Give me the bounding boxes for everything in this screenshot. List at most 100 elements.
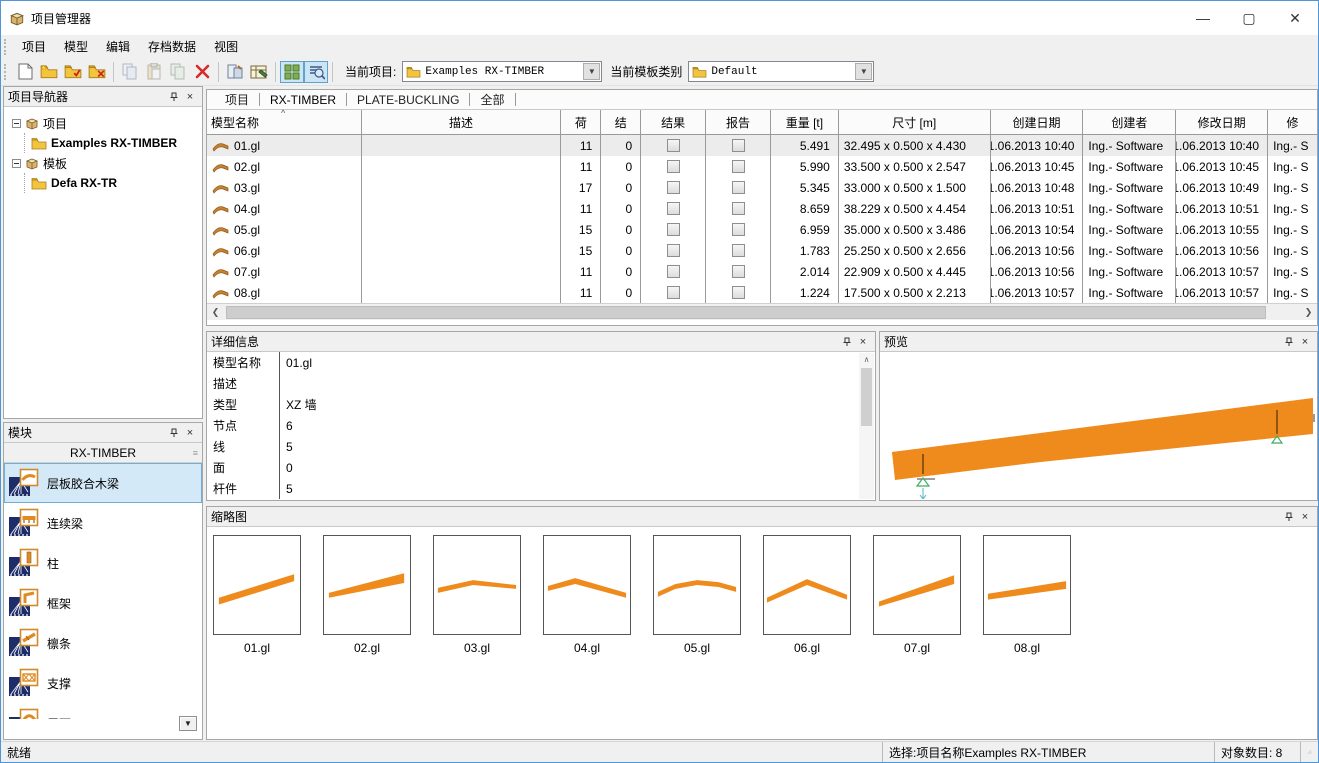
module-glulam-beam[interactable]: 层板胶合木梁 [4, 463, 202, 503]
view-thumbnails-toggle[interactable] [280, 61, 304, 83]
report-checkbox[interactable] [732, 265, 745, 278]
delete-icon[interactable] [190, 61, 214, 83]
scroll-up-icon[interactable]: ∧ [864, 355, 870, 364]
close-button[interactable]: ✕ [1272, 1, 1318, 35]
tree-node-templates[interactable]: 模板 [10, 153, 200, 173]
tree-node-projects[interactable]: 项目 [10, 113, 200, 133]
template-category-combobox[interactable]: Default ▼ [688, 61, 874, 82]
thumbnail-item[interactable]: 07.gl [873, 535, 961, 655]
close-panel-icon[interactable]: × [1297, 510, 1313, 524]
scroll-right-icon[interactable]: ❯ [1300, 304, 1317, 321]
table-horizontal-scrollbar[interactable]: ❮ ❯ [207, 303, 1317, 320]
details-vertical-scrollbar[interactable]: ∧ [859, 353, 874, 499]
table-row[interactable]: 05.gl 15 0 6.959 35.000 x 0.500 x 3.486 … [207, 219, 1317, 240]
pin-icon[interactable] [166, 90, 182, 104]
results-checkbox[interactable] [667, 160, 680, 173]
rename-model-icon[interactable] [223, 61, 247, 83]
pin-icon[interactable] [839, 335, 855, 349]
column-header-size[interactable]: 尺寸 [m] [839, 110, 991, 134]
scrollbar-thumb[interactable] [226, 306, 1266, 319]
results-checkbox[interactable] [667, 286, 680, 299]
close-panel-icon[interactable]: × [855, 335, 871, 349]
menu-model[interactable]: 模型 [55, 36, 97, 57]
minimize-button[interactable]: — [1180, 1, 1226, 35]
combo-dropdown-icon[interactable]: ▼ [855, 63, 872, 80]
module-purlin[interactable]: 檩条 [4, 623, 202, 663]
module-frame[interactable]: 框架 [4, 583, 202, 623]
column-header-description[interactable]: 描述 [362, 110, 562, 134]
tab-project[interactable]: 项目 [215, 91, 259, 108]
module-continuous-beam[interactable]: 连续梁 [4, 503, 202, 543]
copy-icon[interactable] [118, 61, 142, 83]
thumbnail-item[interactable]: 05.gl [653, 535, 741, 655]
menu-edit[interactable]: 编辑 [97, 36, 139, 57]
table-row[interactable]: 04.gl 11 0 8.659 38.229 x 0.500 x 4.454 … [207, 198, 1317, 219]
table-row[interactable]: 06.gl 15 0 1.783 25.250 x 0.500 x 2.656 … [207, 240, 1317, 261]
thumbnail-item[interactable]: 01.gl [213, 535, 301, 655]
collapse-icon[interactable] [12, 119, 21, 128]
pin-icon[interactable] [166, 426, 182, 440]
thumbnail-item[interactable]: 02.gl [323, 535, 411, 655]
view-preview-toggle[interactable] [304, 61, 328, 83]
thumbnail-item[interactable]: 04.gl [543, 535, 631, 655]
table-row[interactable]: 01.gl 11 0 5.491 32.495 x 0.500 x 4.430 … [207, 135, 1317, 156]
results-checkbox[interactable] [667, 265, 680, 278]
open-project-folder-icon[interactable] [61, 61, 85, 83]
module-roof[interactable]: 屋面 [4, 703, 202, 719]
maximize-button[interactable]: ▢ [1226, 1, 1272, 35]
table-row[interactable]: 07.gl 11 0 2.014 22.909 x 0.500 x 4.445 … [207, 261, 1317, 282]
collapse-icon[interactable] [12, 159, 21, 168]
manage-folder-icon[interactable] [85, 61, 109, 83]
results-checkbox[interactable] [667, 223, 680, 236]
thumbnail-item[interactable]: 08.gl [983, 535, 1071, 655]
column-header-created[interactable]: 创建日期 [991, 110, 1084, 134]
tree-node-examples-rx-timber[interactable]: Examples RX-TIMBER [31, 133, 200, 153]
thumbnail-item[interactable]: 03.gl [433, 535, 521, 655]
column-header-modified[interactable]: 修改日期 [1176, 110, 1268, 134]
table-row[interactable]: 03.gl 17 0 5.345 33.000 x 0.500 x 1.500 … [207, 177, 1317, 198]
column-header-report[interactable]: 报告 [706, 110, 771, 134]
column-header-loads[interactable]: 荷 [561, 110, 601, 134]
tree-node-default-template[interactable]: Defa RX-TR [31, 173, 200, 193]
scroll-left-icon[interactable]: ❮ [207, 304, 224, 321]
table-row[interactable]: 08.gl 11 0 1.224 17.500 x 0.500 x 2.213 … [207, 282, 1317, 303]
close-panel-icon[interactable]: × [1297, 335, 1313, 349]
report-checkbox[interactable] [732, 223, 745, 236]
tab-all[interactable]: 全部 [470, 91, 514, 108]
menu-archive-data[interactable]: 存档数据 [139, 36, 205, 57]
report-checkbox[interactable] [732, 202, 745, 215]
current-project-combobox[interactable]: Examples RX-TIMBER ▼ [402, 61, 602, 82]
thumbnail-item[interactable]: 06.gl [763, 535, 851, 655]
close-panel-icon[interactable]: × [182, 426, 198, 440]
report-checkbox[interactable] [732, 286, 745, 299]
report-checkbox[interactable] [732, 244, 745, 257]
results-checkbox[interactable] [667, 181, 680, 194]
results-checkbox[interactable] [667, 244, 680, 257]
pin-icon[interactable] [1281, 335, 1297, 349]
resize-grip[interactable] [1300, 742, 1318, 762]
scrollbar-thumb[interactable] [861, 368, 872, 426]
new-project-folder-icon[interactable] [37, 61, 61, 83]
close-panel-icon[interactable]: × [182, 90, 198, 104]
column-header-name[interactable]: 模型名称 ^ [207, 110, 362, 134]
report-checkbox[interactable] [732, 139, 745, 152]
combo-dropdown-icon[interactable]: ▼ [583, 63, 600, 80]
modules-group-header[interactable]: RX-TIMBER ≡ [4, 443, 202, 463]
report-checkbox[interactable] [732, 181, 745, 194]
column-header-creator[interactable]: 创建者 [1083, 110, 1176, 134]
tab-plate-buckling[interactable]: PLATE-BUCKLING [347, 93, 469, 107]
column-header-results[interactable]: 结果 [641, 110, 706, 134]
column-header-weight[interactable]: 重量 [t] [771, 110, 839, 134]
group-options-icon[interactable]: ≡ [193, 448, 198, 458]
duplicate-icon[interactable] [166, 61, 190, 83]
results-checkbox[interactable] [667, 202, 680, 215]
archive-icon[interactable] [247, 61, 271, 83]
pin-icon[interactable] [1281, 510, 1297, 524]
toolbar-drag-handle[interactable] [4, 64, 9, 80]
column-header-modifier[interactable]: 修 [1268, 110, 1317, 134]
menu-project[interactable]: 项目 [13, 36, 55, 57]
report-checkbox[interactable] [732, 160, 745, 173]
table-row[interactable]: 02.gl 11 0 5.990 33.500 x 0.500 x 2.547 … [207, 156, 1317, 177]
menu-view[interactable]: 视图 [205, 36, 247, 57]
new-model-icon[interactable] [13, 61, 37, 83]
